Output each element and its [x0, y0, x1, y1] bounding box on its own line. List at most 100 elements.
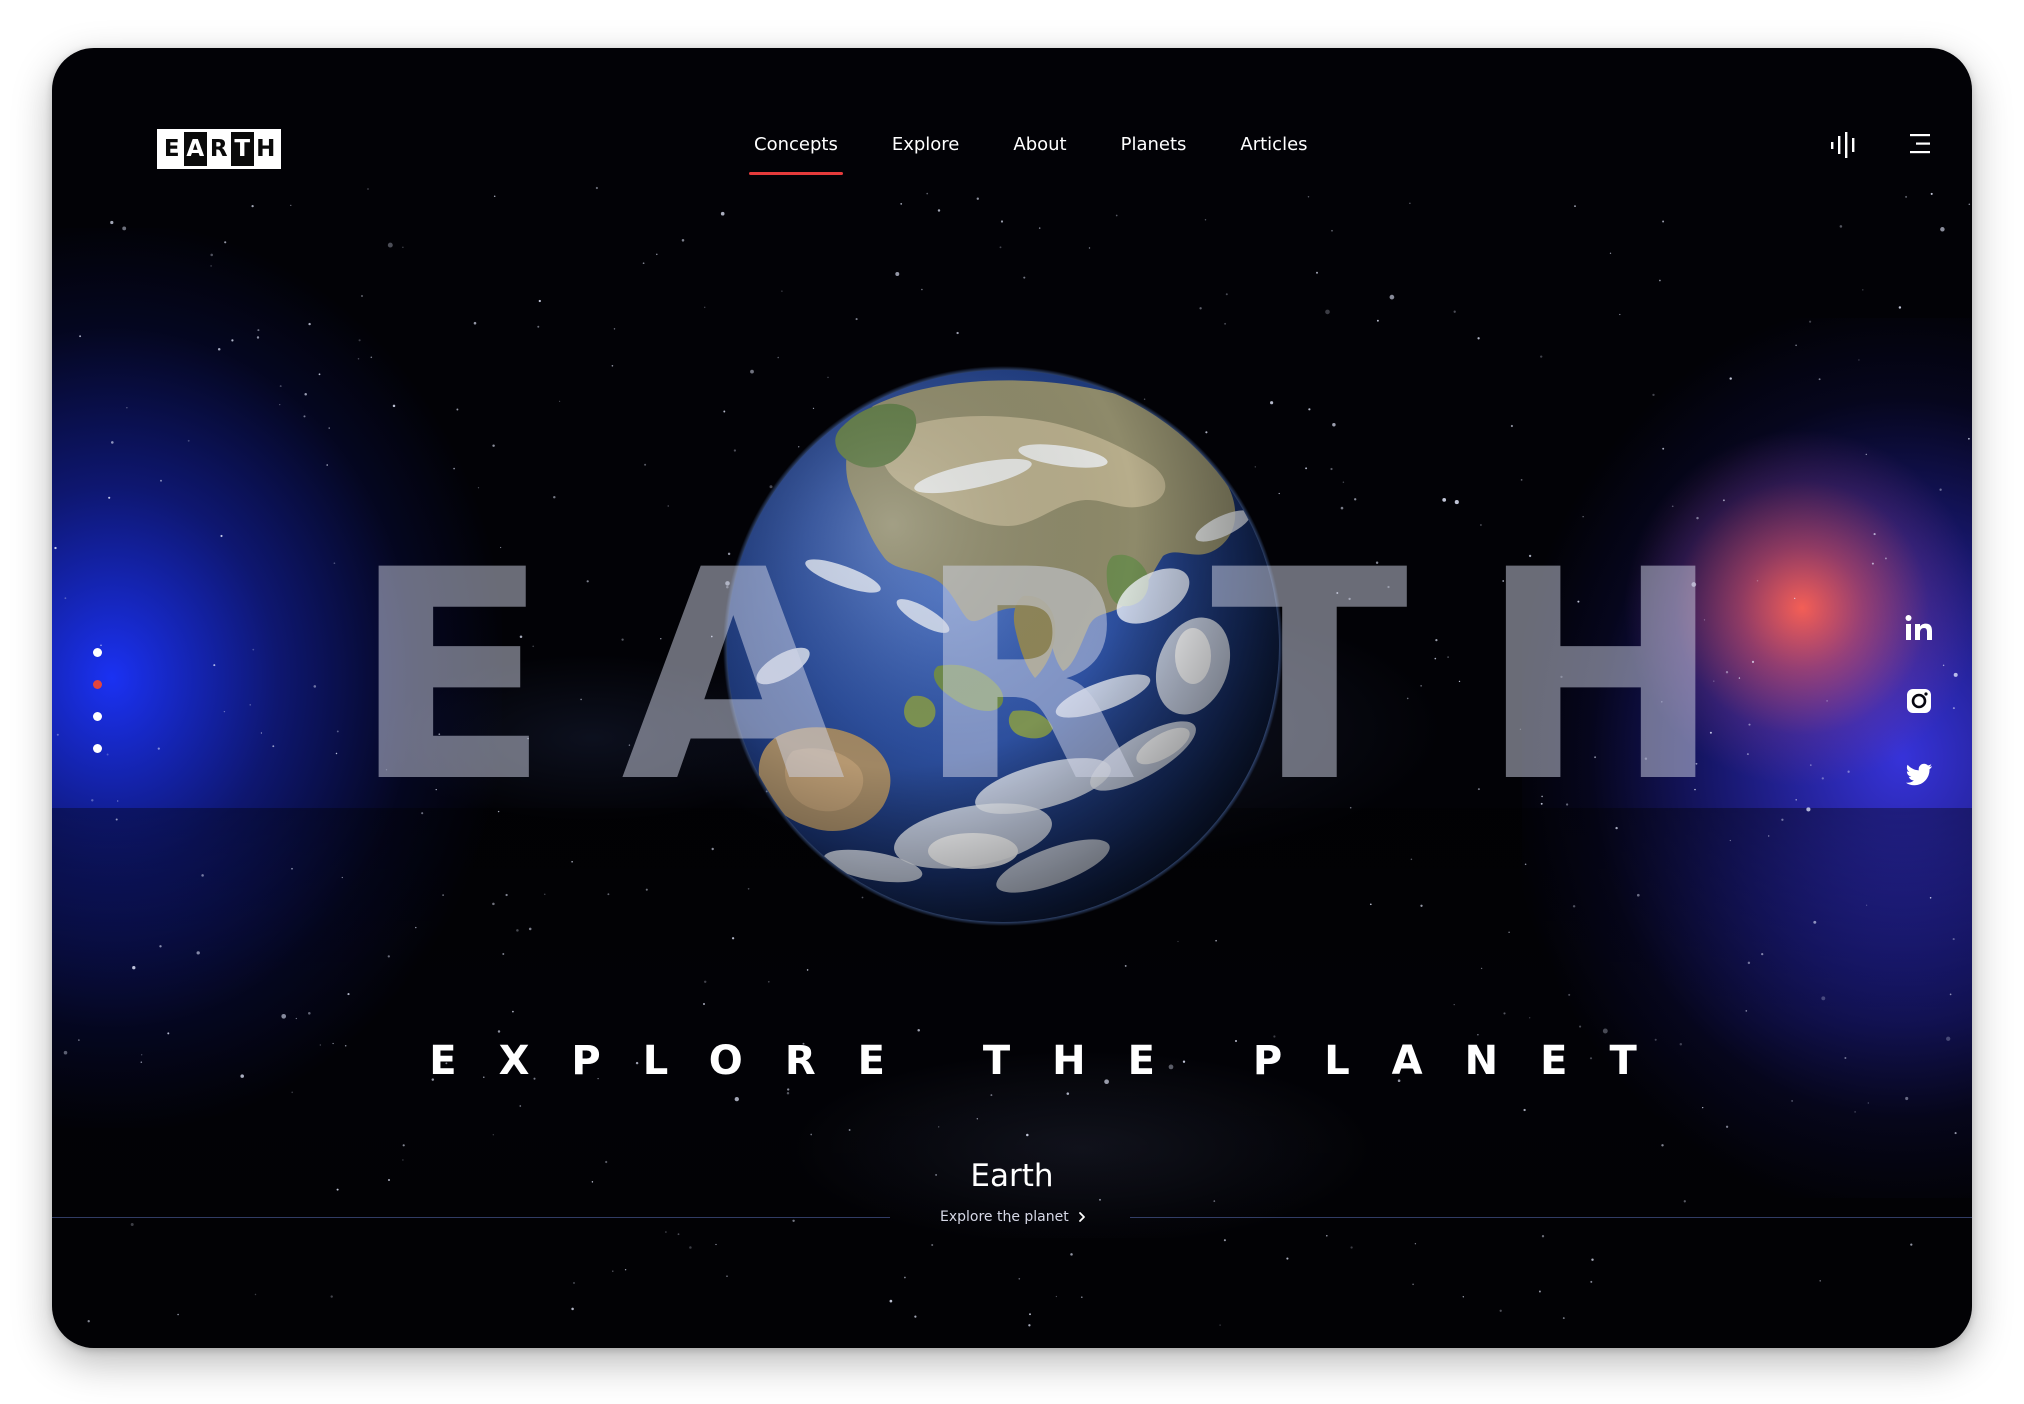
linkedin-icon[interactable] — [1904, 613, 1934, 643]
star — [1756, 579, 1759, 582]
star — [1223, 1239, 1226, 1242]
star — [1662, 220, 1665, 223]
star — [895, 272, 900, 276]
star — [1781, 818, 1784, 821]
star — [1662, 447, 1665, 450]
star — [1477, 1034, 1479, 1036]
star — [1821, 996, 1826, 1001]
star — [1316, 271, 1318, 274]
star — [1538, 1290, 1541, 1293]
star — [921, 288, 923, 291]
star — [160, 479, 162, 482]
star — [956, 331, 959, 335]
star — [256, 336, 260, 339]
star — [1420, 904, 1423, 907]
star — [1409, 202, 1411, 204]
star — [976, 197, 979, 200]
star — [938, 1126, 940, 1128]
star — [1480, 967, 1483, 970]
star — [1748, 723, 1751, 726]
star — [1520, 479, 1523, 481]
star — [711, 847, 714, 851]
star — [279, 385, 282, 388]
nav-item-about[interactable]: About — [986, 123, 1093, 167]
star — [1809, 764, 1812, 766]
star — [544, 893, 546, 895]
star — [231, 339, 234, 342]
star — [889, 1299, 893, 1303]
star — [613, 328, 616, 330]
instagram-icon[interactable] — [1904, 686, 1934, 716]
star — [477, 487, 480, 489]
star — [1541, 1235, 1545, 1238]
star — [64, 597, 67, 600]
star — [553, 495, 556, 499]
audio-bars-icon[interactable] — [1830, 132, 1860, 158]
star — [100, 644, 102, 646]
star — [1354, 498, 1357, 501]
star — [1794, 597, 1796, 600]
nav-item-concepts[interactable]: Concepts — [727, 123, 865, 175]
nav-item-articles[interactable]: Articles — [1213, 123, 1334, 167]
star — [257, 329, 260, 332]
star — [537, 325, 540, 328]
earth-logo[interactable]: E A R T H — [157, 129, 281, 169]
slide-dot-3[interactable] — [93, 712, 102, 721]
twitter-icon[interactable] — [1904, 759, 1934, 789]
star — [512, 1010, 514, 1013]
star — [357, 358, 360, 360]
star — [210, 253, 213, 257]
star — [848, 1129, 851, 1131]
nav-item-planets[interactable]: Planets — [1094, 123, 1214, 167]
star — [442, 894, 444, 896]
star — [1029, 1313, 1031, 1316]
star — [392, 404, 396, 408]
explore-planet-link[interactable]: Explore the planet — [940, 1205, 1087, 1229]
slide-dot-4[interactable] — [93, 744, 102, 753]
logo-letter: E — [160, 132, 184, 166]
star — [1905, 1096, 1909, 1101]
star — [1949, 993, 1952, 996]
star — [1819, 1280, 1821, 1282]
star — [1540, 355, 1543, 358]
star — [1028, 1324, 1031, 1327]
star — [1898, 306, 1902, 309]
star — [1729, 839, 1731, 842]
star — [726, 1275, 728, 1277]
star — [157, 747, 160, 750]
slide-dot-1[interactable] — [93, 648, 102, 657]
slide-dot-2[interactable] — [93, 680, 102, 689]
star — [1124, 964, 1127, 967]
star — [1952, 938, 1955, 941]
star — [1683, 1200, 1686, 1203]
star — [108, 496, 111, 499]
star — [1747, 961, 1751, 965]
star — [330, 1295, 333, 1298]
star — [720, 211, 725, 216]
star — [126, 407, 128, 409]
star — [1854, 1111, 1856, 1113]
star — [254, 1293, 257, 1296]
star — [1499, 1309, 1502, 1312]
star — [1462, 1296, 1464, 1298]
star — [1761, 952, 1764, 956]
star — [1602, 1028, 1608, 1034]
star — [999, 246, 1002, 249]
star — [56, 733, 59, 736]
star — [159, 945, 162, 948]
divider-left — [52, 1217, 890, 1218]
star — [1652, 393, 1655, 397]
star — [1342, 481, 1345, 484]
star — [786, 1091, 790, 1095]
star — [1099, 1198, 1101, 1201]
star — [1818, 378, 1821, 381]
nav-item-explore[interactable]: Explore — [865, 123, 987, 167]
star — [260, 732, 263, 734]
star — [792, 1219, 795, 1223]
star — [1867, 1102, 1869, 1104]
hero-big-word: E A R T H — [352, 528, 1722, 828]
star — [1325, 309, 1330, 315]
menu-icon[interactable] — [1908, 132, 1932, 156]
star — [937, 209, 941, 212]
star — [1953, 672, 1958, 677]
